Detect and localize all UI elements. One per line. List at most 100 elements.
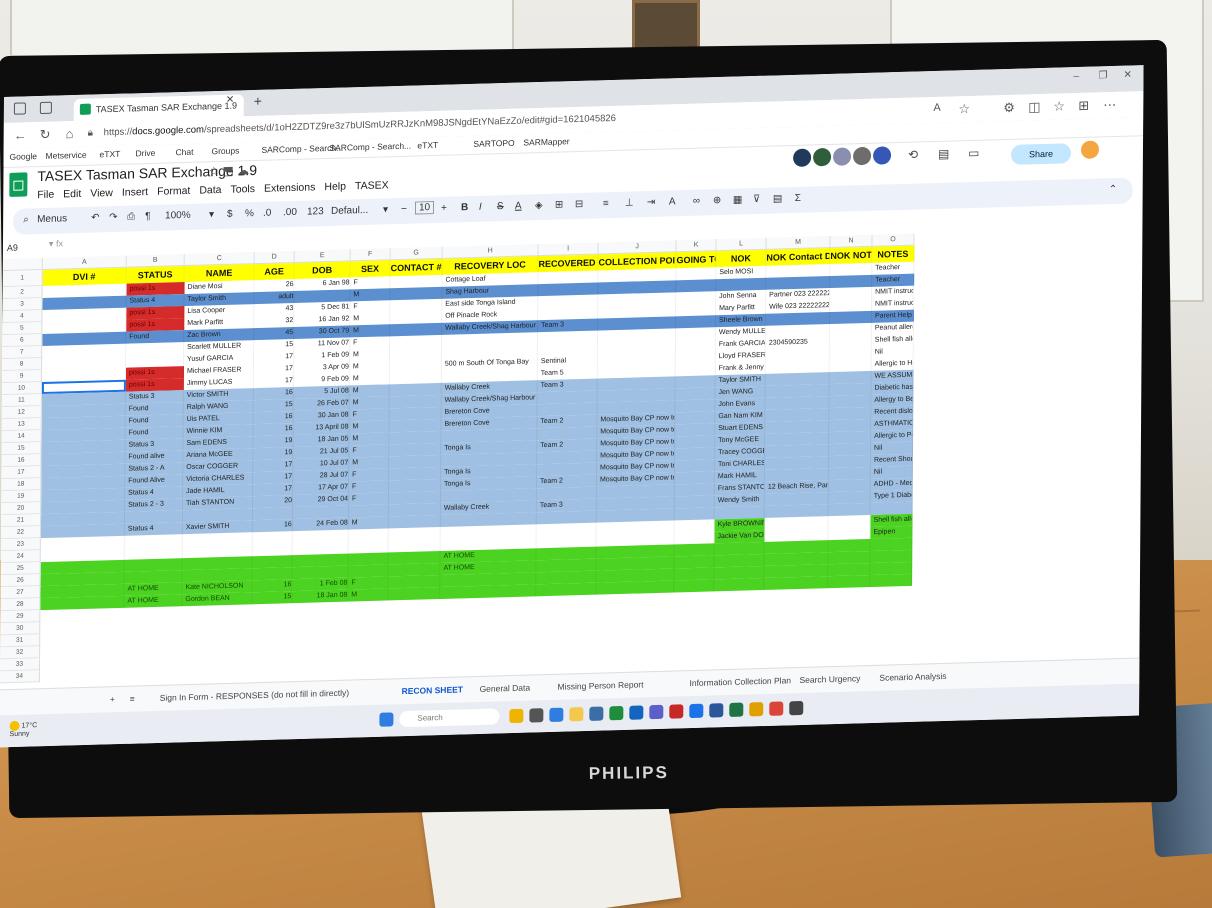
- redo-icon[interactable]: ↷: [109, 212, 117, 223]
- profile-avatar[interactable]: [1080, 140, 1100, 159]
- menu-item-edit[interactable]: Edit: [63, 188, 81, 201]
- share-button[interactable]: Share: [1010, 143, 1072, 165]
- table-cell[interactable]: [674, 471, 715, 485]
- table-cell[interactable]: [596, 580, 675, 595]
- header-cell[interactable]: SEX: [350, 260, 391, 278]
- table-cell[interactable]: M: [349, 384, 390, 398]
- row-number[interactable]: 7: [2, 346, 43, 360]
- borders-icon[interactable]: ⊞: [555, 199, 563, 210]
- bookmark-item[interactable]: SARComp - Search...: [329, 141, 411, 153]
- back-icon[interactable]: ←: [14, 127, 27, 142]
- search-menus-icon[interactable]: ⌕: [23, 214, 29, 225]
- filter-views-icon[interactable]: ▤: [773, 193, 783, 204]
- header-cell[interactable]: NOK Contact Details: [766, 247, 831, 266]
- font-size-input[interactable]: 10: [414, 201, 435, 215]
- read-aloud-icon[interactable]: A: [933, 102, 940, 114]
- widget-icon[interactable]: [509, 708, 524, 724]
- avatar[interactable]: [853, 146, 872, 166]
- split-screen-icon[interactable]: ◫: [1028, 99, 1040, 115]
- paint-format-icon[interactable]: ¶: [145, 211, 150, 222]
- row-number[interactable]: 5: [2, 322, 43, 336]
- row-number[interactable]: 20: [1, 502, 42, 516]
- header-cell[interactable]: AGE: [254, 262, 295, 281]
- row-number[interactable]: 25: [0, 562, 41, 576]
- header-cell[interactable]: GOING TO: [676, 251, 717, 269]
- collapse-toolbar-icon[interactable]: ⌃: [1109, 184, 1117, 195]
- text-rotation-icon[interactable]: A: [669, 196, 676, 207]
- table-cell[interactable]: F: [350, 336, 391, 350]
- table-cell[interactable]: [675, 339, 716, 353]
- app-icon[interactable]: [589, 706, 604, 721]
- table-cell[interactable]: [764, 576, 829, 590]
- bookmark-item[interactable]: Metservice: [46, 150, 87, 161]
- excel-icon[interactable]: [729, 702, 744, 717]
- table-cell[interactable]: F: [350, 276, 391, 290]
- currency-format[interactable]: $: [227, 209, 233, 220]
- table-cell[interactable]: [674, 495, 715, 509]
- bookmark-item[interactable]: eTXT: [417, 140, 438, 151]
- row-number[interactable]: 16: [1, 454, 42, 468]
- formula-icon[interactable]: ▾ fx: [49, 238, 63, 249]
- bookmark-item[interactable]: eTXT: [100, 149, 121, 160]
- bookmark-item[interactable]: Google: [10, 151, 37, 162]
- header-cell[interactable]: NOK NOTIFIED: [830, 246, 873, 264]
- font-size-decrease-icon[interactable]: −: [401, 204, 407, 215]
- table-cell[interactable]: [252, 531, 293, 545]
- print-icon[interactable]: ⎙: [127, 211, 135, 222]
- taskview-icon[interactable]: [529, 708, 544, 723]
- table-cell[interactable]: 17: [253, 459, 294, 473]
- row-number[interactable]: 9: [2, 370, 43, 384]
- row-number[interactable]: 1: [2, 269, 43, 288]
- table-cell[interactable]: M: [348, 516, 389, 530]
- bold-icon[interactable]: B: [461, 202, 468, 213]
- restore-icon[interactable]: ❐: [1098, 70, 1107, 81]
- star-icon[interactable]: ☆ ⬒ ☁: [208, 163, 249, 178]
- number-format[interactable]: 123: [307, 206, 324, 217]
- font-dropdown-icon[interactable]: ▾: [383, 204, 388, 215]
- bookmark-item[interactable]: SARTOPO: [473, 138, 514, 149]
- table-cell[interactable]: 17: [253, 351, 295, 365]
- zoom-select[interactable]: 100%: [165, 210, 191, 222]
- favorite-star-icon[interactable]: ☆: [958, 101, 970, 117]
- tab-list-icon[interactable]: [39, 101, 52, 115]
- table-cell[interactable]: [714, 577, 765, 592]
- sheet-tab[interactable]: Sign In Form - RESPONSES (do not fill in…: [160, 688, 349, 703]
- tab-close-icon[interactable]: ✕: [226, 95, 234, 106]
- font-select[interactable]: Defaul...: [331, 205, 368, 217]
- table-cell[interactable]: [388, 587, 441, 601]
- zoom-dropdown-icon[interactable]: ▾: [209, 209, 214, 220]
- add-sheet-icon[interactable]: +: [110, 694, 115, 704]
- extensions-icon[interactable]: ⚙: [1003, 100, 1015, 116]
- text-wrap-icon[interactable]: ⇥: [647, 197, 655, 208]
- menu-item-insert[interactable]: Insert: [122, 186, 148, 199]
- bookmark-item[interactable]: Drive: [135, 148, 155, 159]
- filter-icon[interactable]: ⊽: [753, 194, 760, 205]
- comment-icon[interactable]: ⊕: [713, 195, 721, 206]
- header-cell[interactable]: NAME: [184, 264, 255, 283]
- explorer-icon[interactable]: [569, 707, 584, 722]
- decrease-decimal[interactable]: .0: [263, 208, 271, 219]
- collections-icon[interactable]: ⊞: [1078, 98, 1089, 114]
- vertical-align-icon[interactable]: ⊥: [625, 197, 634, 208]
- app-icon[interactable]: [749, 702, 764, 717]
- sheet-tab[interactable]: Search Urgency: [799, 673, 860, 685]
- table-cell[interactable]: [870, 573, 913, 588]
- menu-item-extensions[interactable]: Extensions: [264, 181, 315, 194]
- chrome-icon[interactable]: [769, 701, 784, 716]
- font-size-increase-icon[interactable]: +: [441, 203, 447, 214]
- table-cell[interactable]: 15: [253, 399, 294, 413]
- table-cell[interactable]: [675, 315, 717, 329]
- avatar[interactable]: [873, 146, 892, 165]
- italic-icon[interactable]: I: [479, 202, 482, 213]
- app-icon[interactable]: [689, 703, 704, 719]
- menu-item-view[interactable]: View: [90, 187, 113, 200]
- table-cell[interactable]: [828, 575, 871, 589]
- more-icon[interactable]: ⋯: [1103, 97, 1116, 113]
- bookmark-item[interactable]: Groups: [211, 145, 239, 156]
- bookmark-item[interactable]: SARMapper: [523, 136, 569, 147]
- sheet-tab[interactable]: Information Collection Plan: [689, 675, 791, 688]
- taskbar-search[interactable]: Search: [399, 708, 500, 728]
- row-number[interactable]: 34: [0, 670, 40, 684]
- menu-item-format[interactable]: Format: [157, 185, 190, 198]
- minimize-icon[interactable]: –: [1073, 71, 1079, 82]
